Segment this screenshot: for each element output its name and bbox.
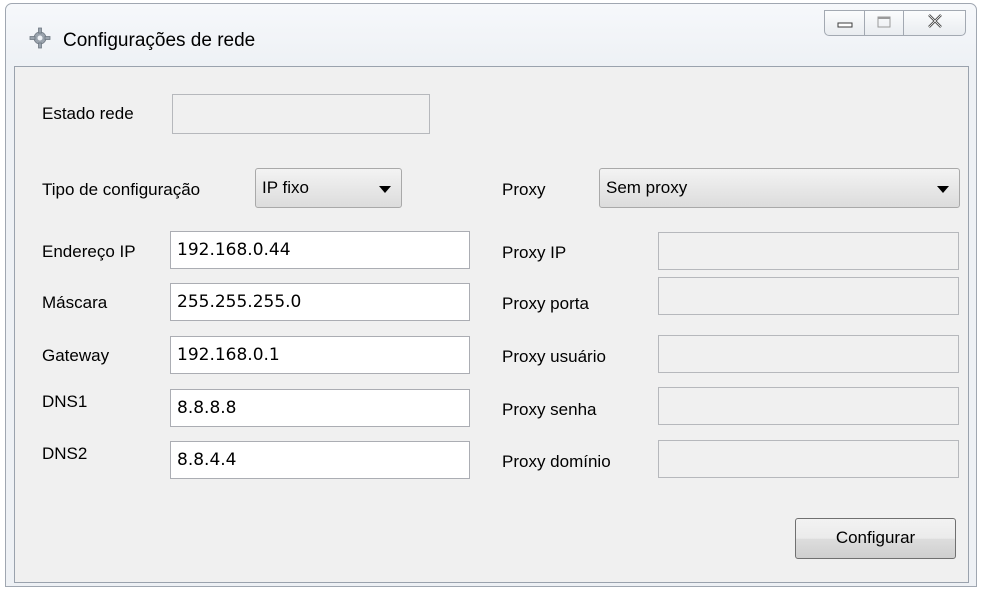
gear-icon <box>28 26 52 50</box>
proxy-ip-label: Proxy IP <box>502 243 567 262</box>
close-button[interactable] <box>903 10 966 36</box>
config-type-value: IP fixo <box>262 178 309 197</box>
maximize-button[interactable] <box>864 10 903 36</box>
proxy-password-field[interactable] <box>658 387 959 425</box>
window-controls <box>824 10 966 36</box>
mask-field[interactable]: 255.255.255.0 <box>170 283 470 321</box>
title-bar[interactable]: Configurações de rede <box>6 4 976 66</box>
proxy-port-label: Proxy porta <box>502 294 589 313</box>
proxy-ip-field[interactable] <box>658 232 959 270</box>
proxy-user-label: Proxy usuário <box>502 347 606 366</box>
proxy-label: Proxy <box>502 180 546 199</box>
proxy-user-field[interactable] <box>658 335 959 373</box>
proxy-value: Sem proxy <box>606 178 688 197</box>
ip-label: Endereço IP <box>42 242 136 261</box>
dns1-field[interactable]: 8.8.8.8 <box>170 389 470 427</box>
gateway-field[interactable]: 192.168.0.1 <box>170 336 470 374</box>
network-settings-window: Configurações de rede Estado rede Tipo d… <box>5 3 977 587</box>
config-type-label: Tipo de configuração <box>42 180 201 199</box>
proxy-select[interactable]: Sem proxy <box>599 168 960 208</box>
chevron-down-icon <box>937 186 949 193</box>
configure-button[interactable]: Configurar <box>795 518 956 559</box>
proxy-domain-label: Proxy domínio <box>502 452 611 471</box>
proxy-domain-field[interactable] <box>658 440 959 478</box>
dns2-label: DNS2 <box>42 444 88 463</box>
minimize-button[interactable] <box>824 10 864 36</box>
close-icon <box>927 13 943 33</box>
config-type-select[interactable]: IP fixo <box>255 168 402 208</box>
dns1-label: DNS1 <box>42 392 88 411</box>
mask-label: Máscara <box>42 293 108 312</box>
window-title: Configurações de rede <box>63 30 256 51</box>
gateway-label: Gateway <box>42 346 110 365</box>
proxy-port-field[interactable] <box>658 277 959 315</box>
maximize-icon <box>877 13 891 33</box>
dns2-field[interactable]: 8.8.4.4 <box>170 441 470 479</box>
ip-field[interactable]: 192.168.0.44 <box>170 231 470 269</box>
status-field <box>172 94 430 134</box>
proxy-password-label: Proxy senha <box>502 400 597 419</box>
minimize-icon <box>837 13 853 33</box>
chevron-down-icon <box>379 186 391 193</box>
settings-panel: Estado rede Tipo de configuração IP fixo… <box>14 66 969 583</box>
status-label: Estado rede <box>42 104 134 123</box>
